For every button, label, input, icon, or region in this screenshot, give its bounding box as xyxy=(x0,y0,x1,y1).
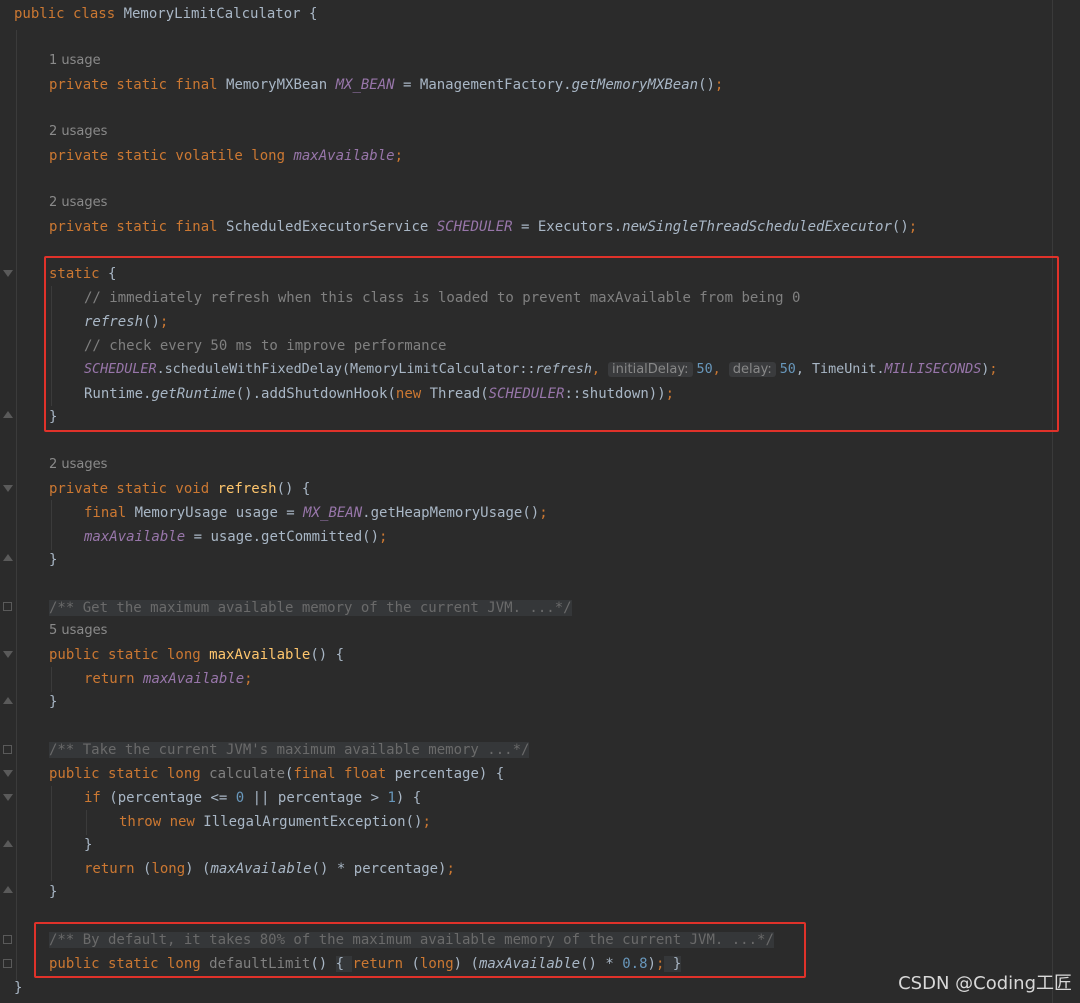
code-line-javadoc-folded[interactable]: /** Take the current JVM's maximum avail… xyxy=(49,740,530,760)
indent-guide xyxy=(86,810,87,835)
fold-arrow-icon[interactable] xyxy=(3,651,13,658)
code-line-return[interactable]: return (long) (maxAvailable() * percenta… xyxy=(84,859,455,879)
fold-arrow-icon[interactable] xyxy=(3,770,13,777)
code-editor[interactable]: public class MemoryLimitCalculator { 1 u… xyxy=(0,0,1080,1003)
code-line-scheduler[interactable]: private static final ScheduledExecutorSe… xyxy=(49,217,917,237)
code-line-close-brace[interactable]: } xyxy=(49,882,57,902)
fold-arrow-icon[interactable] xyxy=(3,485,13,492)
code-line-class-close-brace[interactable]: } xyxy=(14,978,22,998)
fold-arrow-icon[interactable] xyxy=(3,840,13,847)
code-line-close-brace[interactable]: } xyxy=(49,692,57,712)
code-line-close-brace[interactable]: } xyxy=(49,407,57,427)
fold-arrow-icon[interactable] xyxy=(3,794,13,801)
code-line-assign[interactable]: maxAvailable = usage.getCommitted(); xyxy=(84,527,387,547)
fold-arrow-icon[interactable] xyxy=(3,886,13,893)
usage-hint[interactable]: 2 usages xyxy=(49,456,107,474)
watermark: CSDN @Coding工匠 xyxy=(898,973,1072,994)
fold-plus-icon[interactable] xyxy=(3,745,12,754)
fold-arrow-icon[interactable] xyxy=(3,270,13,277)
code-line-close-brace[interactable]: } xyxy=(49,550,57,570)
usage-hint[interactable]: 2 usages xyxy=(49,194,107,212)
code-line-refresh-declaration[interactable]: private static void refresh() { xyxy=(49,479,310,499)
code-line-max-available-declaration[interactable]: public static long maxAvailable() { xyxy=(49,645,344,665)
parameter-hint: initialDelay: xyxy=(608,362,693,377)
code-line-schedule[interactable]: SCHEDULER.scheduleWithFixedDelay(MemoryL… xyxy=(84,360,997,380)
parameter-hint: delay: xyxy=(728,362,776,377)
code-line-max-available-field[interactable]: private static volatile long maxAvailabl… xyxy=(49,146,403,166)
fold-plus-icon[interactable] xyxy=(3,959,12,968)
code-line-shutdown-hook[interactable]: Runtime.getRuntime().addShutdownHook(new… xyxy=(84,384,674,404)
code-line-memory-usage[interactable]: final MemoryUsage usage = MX_BEAN.getHea… xyxy=(84,503,548,523)
code-line-default-limit[interactable]: public static long defaultLimit() { retu… xyxy=(49,954,682,974)
usage-hint[interactable]: 2 usages xyxy=(49,123,107,141)
fold-plus-icon[interactable] xyxy=(3,602,12,611)
code-line-mx-bean[interactable]: private static final MemoryMXBean MX_BEA… xyxy=(49,75,723,95)
code-line-javadoc-folded[interactable]: /** By default, it takes 80% of the maxi… xyxy=(49,930,774,950)
usage-hint[interactable]: 1 usage xyxy=(49,52,101,70)
code-line-static-open[interactable]: static { xyxy=(49,264,116,284)
fold-arrow-icon[interactable] xyxy=(3,411,13,418)
indent-guide xyxy=(16,30,17,980)
code-line-close-brace[interactable]: } xyxy=(84,835,92,855)
usage-hint[interactable]: 5 usages xyxy=(49,622,107,640)
code-comment[interactable]: // check every 50 ms to improve performa… xyxy=(84,336,446,356)
fold-arrow-icon[interactable] xyxy=(3,554,13,561)
right-margin-guide xyxy=(1052,0,1053,1003)
code-line-if[interactable]: if (percentage <= 0 || percentage > 1) { xyxy=(84,788,421,808)
code-line-throw[interactable]: throw new IllegalArgumentException(); xyxy=(119,812,431,832)
code-line-return[interactable]: return maxAvailable; xyxy=(84,669,253,689)
indent-guide xyxy=(51,500,52,550)
fold-arrow-icon[interactable] xyxy=(3,697,13,704)
code-line-refresh-call[interactable]: refresh(); xyxy=(84,312,168,332)
indent-guide xyxy=(51,667,52,692)
code-line-class-declaration[interactable]: public class MemoryLimitCalculator { xyxy=(14,4,317,24)
code-comment[interactable]: // immediately refresh when this class i… xyxy=(84,288,800,308)
fold-plus-icon[interactable] xyxy=(3,935,12,944)
indent-guide xyxy=(51,786,52,881)
code-line-calculate-declaration[interactable]: public static long calculate(final float… xyxy=(49,764,504,784)
code-line-javadoc-folded[interactable]: /** Get the maximum available memory of … xyxy=(49,598,572,618)
